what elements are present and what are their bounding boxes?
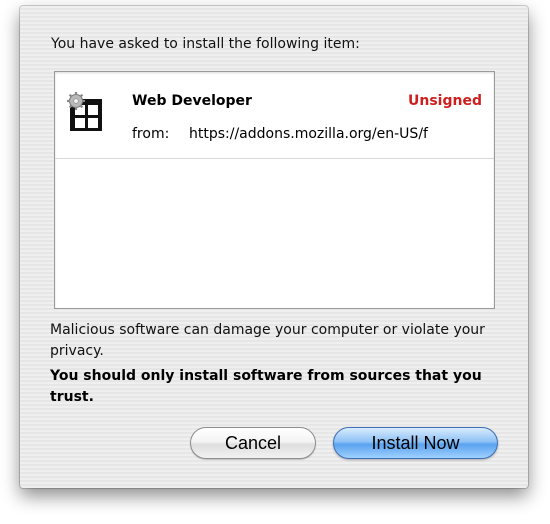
install-prompt-text: You have asked to install the following …: [51, 36, 360, 52]
install-items-list: Web Developer Unsigned from: https://add…: [54, 71, 495, 309]
cancel-button[interactable]: Cancel: [190, 427, 316, 459]
addon-source-url: https://addons.mozilla.org/en-US/f: [189, 126, 428, 142]
addon-name: Web Developer: [132, 93, 252, 109]
software-installation-dialog: You have asked to install the following …: [20, 6, 528, 488]
list-item[interactable]: Web Developer Unsigned from: https://add…: [55, 72, 494, 159]
trust-sources-warning: You should only install software from so…: [50, 368, 482, 405]
malicious-software-warning: Malicious software can damage your compu…: [50, 322, 485, 359]
install-now-button[interactable]: Install Now: [333, 427, 498, 459]
screenshot-canvas: You have asked to install the following …: [0, 0, 550, 524]
signature-status-label: Unsigned: [408, 93, 482, 109]
from-label: from:: [132, 126, 170, 142]
web-developer-gear-grid-icon: [67, 92, 107, 136]
